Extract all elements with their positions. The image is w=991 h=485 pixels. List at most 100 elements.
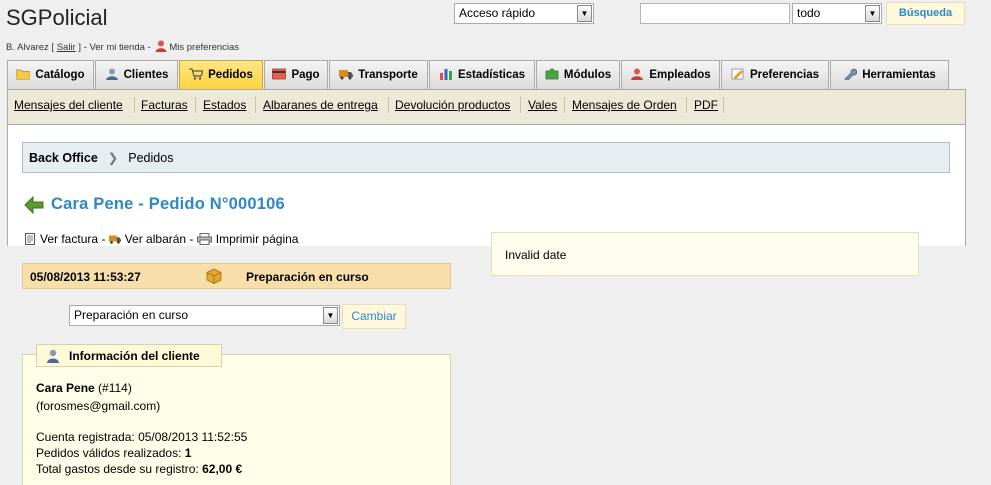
print-page-link[interactable]: Imprimir página [216,232,299,246]
tab-tools[interactable]: Herramientas [830,60,949,89]
subnav-divider [723,97,724,113]
user-bar: B. Alvarez [ Salir ] - Ver mi tienda - M… [6,40,240,53]
user-icon [155,40,167,52]
invoice-icon [25,233,35,245]
tab-orders[interactable]: Pedidos [179,60,263,89]
subnav-product-returns[interactable]: Devolución productos [395,98,510,112]
registered-label: Cuenta registrada: [36,430,135,444]
subnav-invoices[interactable]: Facturas [141,98,188,112]
breadcrumb-current: Pedidos [128,151,174,165]
printer-icon [196,233,212,245]
customer-info-title: Información del cliente [69,349,200,363]
tab-label: Pago [291,69,320,81]
orders-icon [189,68,204,80]
order-status-select-value: Preparación en curso [74,308,189,322]
search-button[interactable]: Búsqueda [886,2,965,25]
order-actions: Ver factura - Ver albarán - Imprimir pág… [24,232,298,246]
subnav-statuses[interactable]: Estados [203,98,246,112]
customer-info-legend: Información del cliente [36,344,222,367]
tab-label: Preferencias [749,69,820,81]
customer-valid-orders-line: Pedidos válidos realizados: 1 [36,446,191,460]
status-date: 05/08/2013 11:53:27 [30,270,141,284]
subnav-divider [255,97,256,113]
tab-label: Herramientas [862,69,936,81]
subnav-order-messages[interactable]: Mensajes de Orden [572,98,677,112]
truck-icon [339,70,354,80]
customer-icon [47,349,59,363]
search-scope-select[interactable]: todo ▼ [792,3,882,24]
payment-icon [272,68,287,80]
order-status-bar: 05/08/2013 11:53:27 Preparación en curso [22,263,451,289]
tab-label: Clientes [123,69,169,81]
chevron-right-icon: ❯ [107,151,119,165]
store-logo[interactable]: SGPolicial [6,5,107,31]
sub-navigation: Mensajes del cliente Facturas Estados Al… [7,89,966,124]
tab-shipping[interactable]: Transporte [329,60,428,89]
change-status-button[interactable]: Cambiar [342,304,406,329]
valid-orders-label: Pedidos válidos realizados: [36,446,182,460]
employee-icon [631,68,644,80]
subnav-vouchers[interactable]: Vales [528,98,557,112]
quick-access-select[interactable]: Acceso rápido ▼ [454,3,594,24]
search-scope-value: todo [797,6,821,20]
puzzle-icon [545,68,559,80]
chevron-down-icon[interactable]: ▼ [577,5,592,22]
wrench-icon [844,68,858,80]
tab-payment[interactable]: Pago [264,60,328,89]
back-arrow-icon[interactable] [24,196,44,214]
total-spent-value: 62,00 € [202,462,243,476]
subnav-divider [564,97,565,113]
chevron-down-icon[interactable]: ▼ [323,307,338,324]
tab-label: Empleados [649,69,711,81]
quick-access-value: Acceso rápido [459,6,536,20]
subnav-customer-messages[interactable]: Mensajes del cliente [14,98,123,112]
total-spent-label: Total gastos desde su registro: [36,462,199,476]
package-icon [206,268,222,284]
tab-stats[interactable]: Estadísticas [429,60,535,89]
chevron-down-icon[interactable]: ▼ [865,5,880,22]
subnav-divider [388,97,389,113]
tab-label: Estadísticas [457,69,526,81]
tab-label: Módulos [563,69,612,81]
date-notice-text: Invalid date [505,248,567,262]
folder-icon [16,69,31,80]
tab-catalog[interactable]: Catálogo [7,60,94,89]
customer-registered-line: Cuenta registrada: 05/08/2013 11:52:55 [36,430,247,444]
customer-name-line: Cara Pene (#114) [36,381,132,395]
tab-label: Transporte [358,69,418,81]
tab-modules[interactable]: Módulos [536,60,620,89]
page-title: Cara Pene - Pedido N°000106 [51,195,285,213]
tab-preferences[interactable]: Preferencias [721,60,829,89]
status-label: Preparación en curso [246,270,369,284]
customer-total-spent-line: Total gastos desde su registro: 62,00 € [36,462,242,476]
order-status-select[interactable]: Preparación en curso ▼ [69,305,340,326]
breadcrumb-root[interactable]: Back Office [29,151,98,165]
tab-label: Catálogo [35,69,85,81]
actions-separator: - [186,232,197,246]
tab-customers[interactable]: Clientes [95,60,178,89]
breadcrumb: Back Office ❯ Pedidos [22,142,950,173]
preferences-icon [731,68,744,80]
tab-label: Pedidos [208,69,253,81]
subnav-pdf[interactable]: PDF [694,98,718,112]
customers-icon [105,68,118,80]
truck-icon [108,235,121,244]
view-delivery-slip-link[interactable]: Ver albarán [125,232,186,246]
actions-separator: - [98,232,109,246]
view-invoice-link[interactable]: Ver factura [40,232,98,246]
customer-id: (#114) [98,381,132,395]
my-preferences-link[interactable]: Mis preferencias [169,42,239,53]
tab-employees[interactable]: Empleados [621,60,720,89]
subnav-divider [520,97,521,113]
customer-email: (forosmes@gmail.com) [36,399,161,413]
logout-link[interactable]: Salir [57,42,76,53]
view-store-link[interactable]: Ver mi tienda [89,42,144,53]
customer-name: Cara Pene [36,381,95,395]
user-name: B. Alvarez [6,42,49,53]
search-input[interactable] [640,3,790,24]
subnav-delivery-slips[interactable]: Albaranes de entrega [263,98,378,112]
subnav-divider [686,97,687,113]
stats-icon [439,69,452,80]
registered-value: 05/08/2013 11:52:55 [138,430,248,444]
subnav-divider [195,97,196,113]
